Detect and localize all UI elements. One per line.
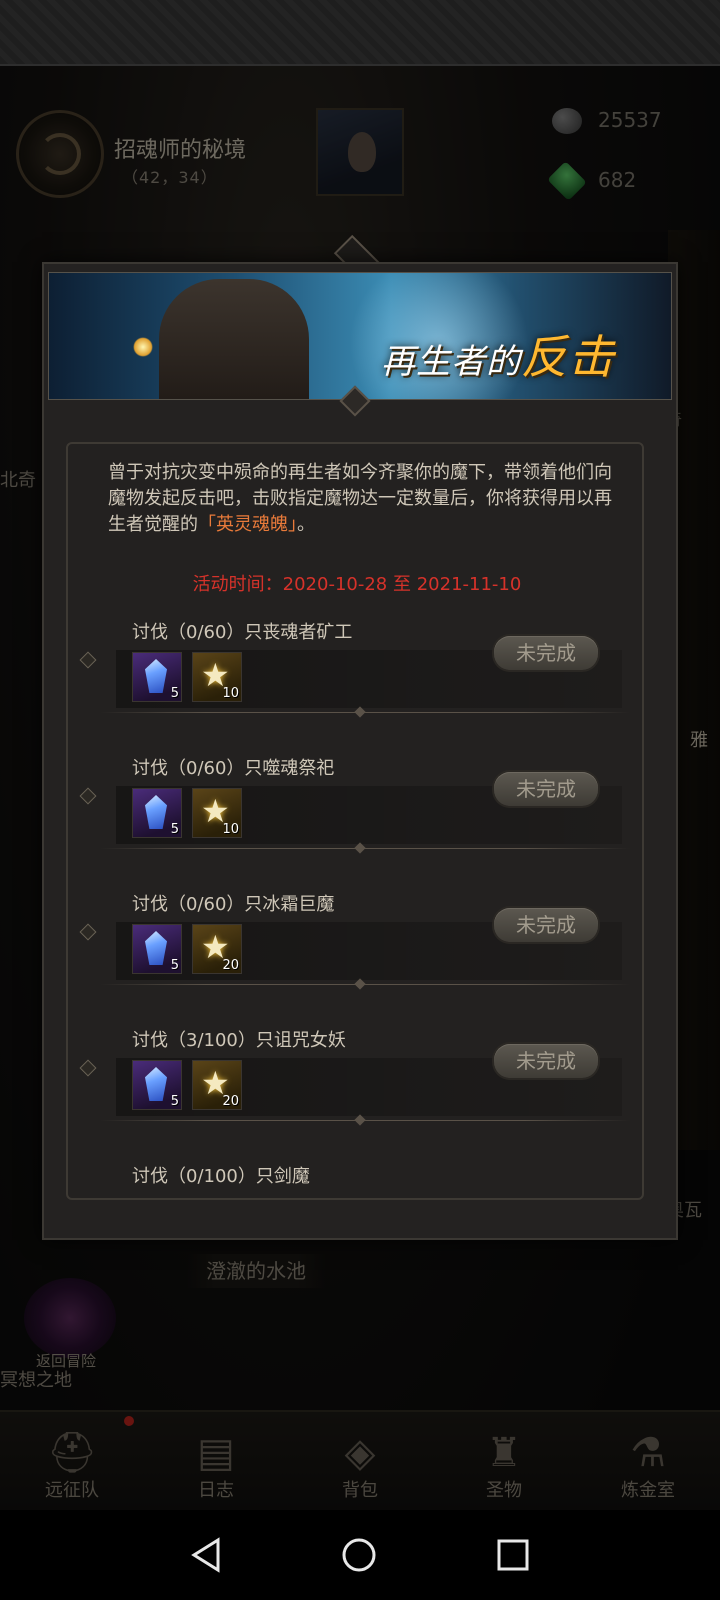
banner-title: 再生者的反击 bbox=[381, 321, 615, 387]
reward-crystal[interactable]: 5 bbox=[132, 652, 182, 702]
quest-bullet-icon bbox=[79, 651, 97, 669]
crystal-icon bbox=[145, 659, 167, 693]
banner-title-part-a: 再生者的 bbox=[381, 342, 521, 382]
reward-count: 5 bbox=[170, 958, 179, 973]
reward-star[interactable]: ★ 10 bbox=[192, 652, 242, 702]
reward-count: 5 bbox=[170, 686, 179, 701]
reward-count: 5 bbox=[170, 822, 179, 837]
event-modal: 再生者的反击 曾于对抗灾变中殒命的再生者如今齐聚你的魔下，带领着他们向魔物发起反… bbox=[42, 262, 678, 1240]
reward-star[interactable]: ★ 20 bbox=[192, 1060, 242, 1110]
home-icon[interactable] bbox=[336, 1532, 382, 1578]
quest-title: 讨伐（0/60）只丧魂者矿工 bbox=[132, 622, 353, 643]
android-navigation-bar bbox=[0, 1510, 720, 1600]
reward-count: 20 bbox=[222, 958, 239, 973]
reward-count: 20 bbox=[222, 1094, 239, 1109]
reward-crystal[interactable]: 5 bbox=[132, 1060, 182, 1110]
description-main: 曾于对抗灾变中殒命的再生者如今齐聚你的魔下，带领着他们向魔物发起反击吧，击败指定… bbox=[108, 462, 612, 535]
event-time: 活动时间：2020-10-28 至 2021-11-10 bbox=[192, 574, 522, 595]
reward-crystal[interactable]: 5 bbox=[132, 788, 182, 838]
quest-status-button[interactable]: 未完成 bbox=[494, 1044, 598, 1078]
quest-status-button[interactable]: 未完成 bbox=[494, 772, 598, 806]
reward-crystal[interactable]: 5 bbox=[132, 924, 182, 974]
description-highlight: 「英灵魂魄」 bbox=[198, 514, 297, 535]
event-description: 曾于对抗灾变中殒命的再生者如今齐聚你的魔下，带领着他们向魔物发起反击吧，击败指定… bbox=[108, 460, 618, 538]
quest-title: 讨伐（0/60）只噬魂祭祀 bbox=[132, 758, 335, 779]
banner-title-part-b: 反击 bbox=[521, 330, 615, 384]
quest-title: 讨伐（3/100）只诅咒女妖 bbox=[132, 1030, 346, 1051]
reward-star[interactable]: ★ 20 bbox=[192, 924, 242, 974]
quest-row: 讨伐（0/60）只丧魂者矿工 5 ★ 10 未完成 bbox=[79, 604, 634, 740]
hooded-hero-illustration bbox=[159, 279, 309, 399]
event-banner: 再生者的反击 bbox=[48, 272, 672, 400]
back-icon[interactable] bbox=[184, 1532, 230, 1578]
crystal-icon bbox=[145, 931, 167, 965]
quest-row: 讨伐（0/100）只剑魔 bbox=[80, 1148, 634, 1198]
quest-title: 讨伐（0/60）只冰霜巨魔 bbox=[132, 894, 335, 915]
quest-status-button[interactable]: 未完成 bbox=[494, 636, 598, 670]
reward-count: 5 bbox=[170, 1094, 179, 1109]
crystal-icon bbox=[145, 795, 167, 829]
quest-bullet-icon bbox=[79, 787, 97, 805]
quest-bullet-icon bbox=[79, 923, 97, 941]
reward-count: 10 bbox=[222, 822, 239, 837]
event-content-panel[interactable]: 曾于对抗灾变中殒命的再生者如今齐聚你的魔下，带领着他们向魔物发起反击吧，击败指定… bbox=[66, 442, 644, 1200]
recent-apps-icon[interactable] bbox=[490, 1532, 536, 1578]
status-bar bbox=[0, 0, 720, 66]
quest-row: 讨伐（0/60）只噬魂祭祀 5 ★ 10 未完成 bbox=[79, 740, 634, 876]
reward-count: 10 bbox=[222, 686, 239, 701]
quest-title: 讨伐（0/100）只剑魔 bbox=[132, 1166, 310, 1187]
reward-star[interactable]: ★ 10 bbox=[192, 788, 242, 838]
quest-row: 讨伐（0/60）只冰霜巨魔 5 ★ 20 未完成 bbox=[79, 876, 634, 1012]
magic-spark-icon bbox=[133, 337, 153, 357]
crystal-icon bbox=[145, 1067, 167, 1101]
quest-bullet-icon bbox=[79, 1059, 97, 1077]
quest-row: 讨伐（3/100）只诅咒女妖 5 ★ 20 未完成 bbox=[79, 1012, 634, 1148]
quest-status-button[interactable]: 未完成 bbox=[494, 908, 598, 942]
description-end: 。 bbox=[297, 514, 315, 535]
